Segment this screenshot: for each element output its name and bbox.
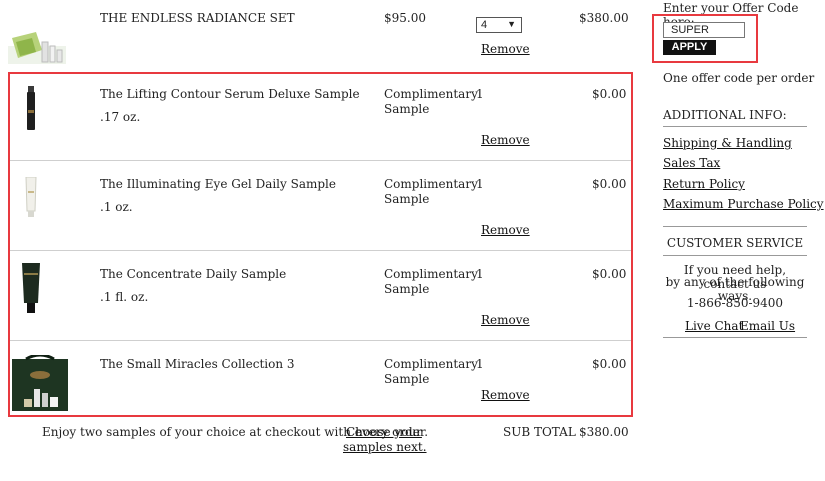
sample-name: The Concentrate Daily Sample — [100, 267, 287, 281]
subtotal-label: SUB TOTAL — [503, 425, 576, 439]
product-image-endless-radiance-set — [8, 28, 66, 64]
live-chat-link[interactable]: Live Chat — [685, 319, 743, 333]
remove-link[interactable]: Remove — [481, 223, 530, 237]
chevron-down-icon: ▼ — [507, 19, 516, 29]
additional-info-title: ADDITIONAL INFO: — [663, 108, 787, 122]
row-divider — [10, 160, 631, 161]
row-divider — [10, 250, 631, 251]
product-image-concentrate — [21, 263, 41, 313]
offer-note: One offer code per order — [663, 71, 815, 85]
remove-link[interactable]: Remove — [481, 313, 530, 327]
sample-price-line2: Sample — [384, 372, 430, 386]
return-policy-link[interactable]: Return Policy — [663, 177, 745, 191]
product-name: THE ENDLESS RADIANCE SET — [100, 11, 295, 25]
maximum-purchase-policy-link[interactable]: Maximum Purchase Policy — [663, 197, 824, 211]
customer-service-phone: 1-866-850-9400 — [686, 296, 784, 310]
sample-total: $0.00 — [592, 87, 627, 101]
shipping-handling-link[interactable]: Shipping & Handling — [663, 136, 792, 150]
remove-link[interactable]: Remove — [481, 133, 530, 147]
sample-price-line1: Complimentary — [384, 267, 478, 281]
quantity-select-value: 4 — [481, 19, 488, 31]
choose-samples-link-line1[interactable]: Choose your — [346, 425, 422, 439]
remove-link[interactable]: Remove — [481, 388, 530, 402]
sample-price-line1: Complimentary — [384, 177, 478, 191]
sidebar-divider — [663, 337, 807, 338]
sample-qty: 1 — [476, 267, 484, 281]
product-image-small-miracles-collection — [12, 353, 68, 411]
sample-price-line1: Complimentary — [384, 357, 478, 371]
product-image-lifting-contour-serum — [26, 86, 36, 130]
sidebar-divider — [663, 255, 807, 256]
offer-code-input-value: SUPER — [671, 24, 709, 36]
sample-price-line2: Sample — [384, 282, 430, 296]
row-divider — [10, 340, 631, 341]
sidebar-divider — [663, 126, 807, 127]
sample-qty: 1 — [476, 357, 484, 371]
sample-total: $0.00 — [592, 357, 627, 371]
subtotal-value: $380.00 — [579, 425, 629, 439]
sample-size: .17 oz. — [100, 110, 141, 124]
offer-code-input[interactable]: SUPER — [663, 22, 745, 38]
sales-tax-link[interactable]: Sales Tax — [663, 156, 720, 170]
sample-total: $0.00 — [592, 177, 627, 191]
sample-size: .1 oz. — [100, 200, 133, 214]
sample-qty: 1 — [476, 87, 484, 101]
choose-samples-link-line2[interactable]: samples next. — [343, 440, 427, 454]
sample-name: The Small Miracles Collection 3 — [100, 357, 295, 371]
remove-link[interactable]: Remove — [481, 42, 530, 56]
product-total: $380.00 — [579, 11, 629, 25]
sample-total: $0.00 — [592, 267, 627, 281]
product-image-illuminating-eye-gel — [24, 176, 38, 217]
sample-name: The Illuminating Eye Gel Daily Sample — [100, 177, 336, 191]
sample-name: The Lifting Contour Serum Deluxe Sample — [100, 87, 360, 101]
quantity-select[interactable]: 4 ▼ — [476, 17, 522, 33]
sample-size: .1 fl. oz. — [100, 290, 149, 304]
apply-button[interactable]: APPLY — [663, 40, 716, 55]
product-price: $95.00 — [384, 11, 426, 25]
sample-price-line1: Complimentary — [384, 87, 478, 101]
sample-price-line2: Sample — [384, 102, 430, 116]
sample-qty: 1 — [476, 177, 484, 191]
email-us-link[interactable]: Email Us — [740, 319, 795, 333]
sidebar-divider — [663, 226, 807, 227]
sample-price-line2: Sample — [384, 192, 430, 206]
customer-service-title: CUSTOMER SERVICE — [666, 236, 804, 250]
